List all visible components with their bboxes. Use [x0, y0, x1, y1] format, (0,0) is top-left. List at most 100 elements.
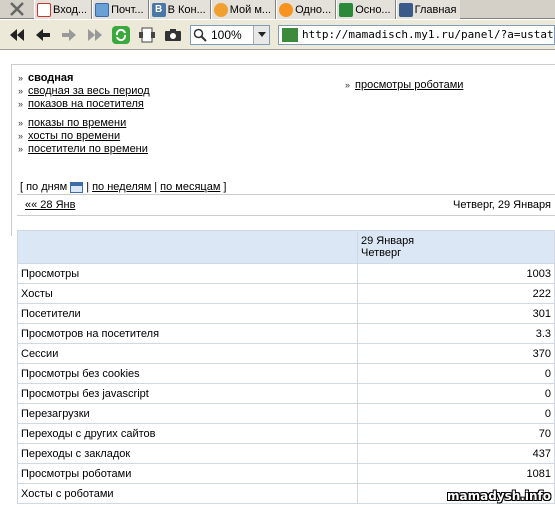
prev-day-link[interactable]: «« 28 Янв [25, 199, 75, 211]
tab-moimir[interactable]: Мой м... [210, 0, 277, 19]
menu-item-summary: » сводная [18, 72, 74, 84]
arrow-icon: » [18, 73, 24, 83]
reload-icon [112, 25, 130, 44]
fast-forward-icon [88, 28, 102, 41]
header-date: 29 Января [361, 235, 415, 247]
page-icon [139, 27, 155, 42]
menu-item-robot-views[interactable]: » просмотры роботами [345, 79, 463, 92]
table-row: Переходы с других сайтов 70 [17, 423, 555, 444]
row-value: 0 [357, 363, 555, 384]
row-value: 370 [357, 343, 555, 364]
row-value: 222 [357, 283, 555, 304]
tab-vkontakte[interactable]: BВ Кон... [148, 0, 211, 19]
tab-inbox[interactable]: Вход... [34, 0, 93, 19]
views-by-time-link[interactable]: показы по времени [28, 117, 126, 130]
rewind-button[interactable] [6, 24, 28, 46]
odnoklassniki-icon [279, 2, 294, 17]
current-date: Четверг, 29 Января [453, 199, 551, 211]
row-label: Перезагрузки [17, 403, 358, 424]
table-row: Сессии 370 [17, 343, 555, 364]
table-row: Просмотров на посетителя 3.3 [17, 323, 555, 344]
browser-toolbar: 100% http://mamadisch.my1.ru/panel/?a=us… [0, 20, 555, 50]
row-value: 1081 [357, 463, 555, 484]
row-label: Переходы с закладок [17, 443, 358, 464]
menu-item-hosts-by-time[interactable]: » хосты по времени [18, 130, 150, 143]
period-days: по дням [26, 181, 68, 193]
table-row: Просмотры 1003 [17, 263, 555, 284]
robot-views-link[interactable]: просмотры роботами [355, 79, 463, 92]
tab-mail[interactable]: Почт... [92, 0, 149, 19]
mail-icon [95, 2, 110, 17]
address-bar[interactable]: http://mamadisch.my1.ru/panel/?a=ustat;u… [278, 24, 555, 45]
table-row: Переходы с закладок 437 [17, 443, 555, 464]
rewind-icon [10, 28, 24, 41]
site-favicon-icon [282, 27, 298, 42]
forward-arrow-icon [62, 28, 76, 41]
visitors-by-time-link[interactable]: посетители по времени [28, 143, 148, 156]
table-row: Перезагрузки 0 [17, 403, 555, 424]
tools-icon[interactable] [0, 0, 34, 18]
arrow-icon: » [345, 80, 351, 90]
table-row: Просмотры роботами 1081 [17, 463, 555, 484]
tab-ucoz[interactable]: Осно... [336, 0, 396, 19]
menu-item-views-per-visitor[interactable]: » показов на посетителя [18, 98, 150, 111]
row-label: Просмотры без javascript [17, 383, 358, 404]
row-label: Хосты [17, 283, 358, 304]
row-value: 0 [357, 383, 555, 404]
header-date-cell: 29 Января Четверг [357, 230, 555, 264]
zoom-select[interactable]: 100% [190, 24, 270, 45]
fast-forward-button[interactable] [84, 24, 106, 46]
header-weekday: Четверг [361, 247, 402, 259]
watermark: mamadysh.info [447, 489, 551, 503]
row-label: Просмотров на посетителя [17, 323, 358, 344]
camera-icon [165, 28, 181, 41]
row-value: 0 [357, 403, 555, 424]
reload-button[interactable] [110, 24, 132, 46]
magnifier-icon [191, 26, 209, 44]
table-row: Просмотры без cookies 0 [17, 363, 555, 384]
period-months-link[interactable]: по месяцам [160, 181, 220, 193]
arrow-icon: » [18, 144, 24, 154]
row-value: 301 [357, 303, 555, 324]
zoom-value: 100% [211, 27, 242, 42]
tab-main[interactable]: Главная [395, 0, 461, 19]
menu-item-summary-all[interactable]: » сводная за весь период [18, 85, 150, 98]
period-selector: [ по дням | по неделям | по месяцам ] [20, 181, 227, 193]
ucoz-icon [339, 2, 354, 17]
period-weeks-link[interactable]: по неделям [92, 181, 151, 193]
views-per-visitor-link[interactable]: показов на посетителя [28, 98, 144, 111]
arrow-icon: » [18, 99, 24, 109]
tab-strip: Вход... Почт... BВ Кон... Мой м... Одно.… [0, 0, 555, 19]
row-value: 437 [357, 443, 555, 464]
arrow-icon: » [18, 118, 24, 128]
row-value: 70 [357, 423, 555, 444]
forward-button[interactable] [58, 24, 80, 46]
url-text[interactable]: http://mamadisch.my1.ru/panel/?a=ustat;u… [302, 28, 554, 41]
calendar-icon[interactable] [70, 181, 84, 193]
menu-item-visitors-by-time[interactable]: » посетители по времени [18, 143, 150, 156]
row-value: 1003 [357, 263, 555, 284]
row-label: Просмотры роботами [17, 463, 358, 484]
back-button[interactable] [32, 24, 54, 46]
table-row: Хосты 222 [17, 283, 555, 304]
row-value: 3.3 [357, 323, 555, 344]
row-label: Переходы с других сайтов [17, 423, 358, 444]
mail-icon [37, 2, 51, 17]
table-row: Просмотры без javascript 0 [17, 383, 555, 404]
page-menu-button[interactable] [136, 24, 158, 46]
row-label: Просмотры [17, 263, 358, 284]
row-label: Хосты с роботами [17, 483, 358, 504]
menu-item-views-by-time[interactable]: » показы по времени [18, 117, 150, 130]
summary-all-link[interactable]: сводная за весь период [28, 85, 150, 98]
stats-table: 29 Января Четверг Просмотры 1003 Хосты 222… [17, 230, 555, 504]
row-label: Посетители [17, 303, 358, 324]
chevron-down-icon[interactable] [253, 25, 269, 44]
table-header-row: 29 Января Четверг [17, 230, 555, 264]
home-icon [398, 2, 413, 17]
moimir-icon [213, 2, 228, 17]
snapshot-button[interactable] [162, 24, 184, 46]
tab-odnoklassniki[interactable]: Одно... [276, 0, 337, 19]
table-row: Посетители 301 [17, 303, 555, 324]
hosts-by-time-link[interactable]: хосты по времени [28, 130, 120, 143]
row-label: Просмотры без cookies [17, 363, 358, 384]
